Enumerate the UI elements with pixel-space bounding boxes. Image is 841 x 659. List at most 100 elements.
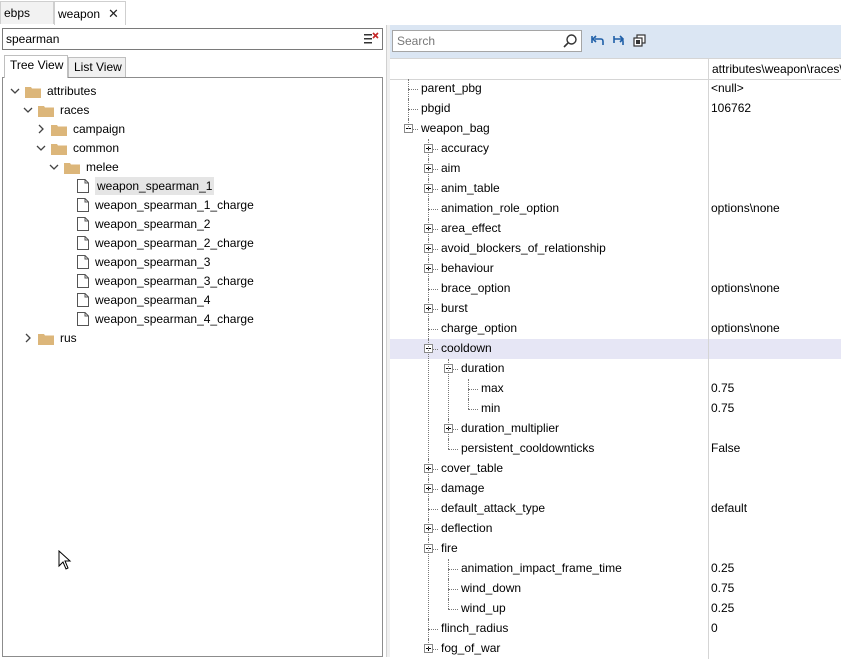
property-row[interactable]: weapon_bag — [390, 119, 841, 139]
tree-folder-node[interactable]: campaign — [35, 120, 125, 138]
tree-folder-node[interactable]: melee — [48, 158, 119, 176]
folder-icon — [51, 123, 67, 136]
property-name: damage — [441, 481, 485, 495]
property-row[interactable]: damage — [390, 479, 841, 499]
property-value[interactable]: 0.75 — [711, 401, 734, 415]
property-name: max — [481, 381, 504, 395]
tree-folder-node[interactable]: races — [22, 101, 89, 119]
tree-node-label: campaign — [73, 122, 126, 136]
tree-file-node[interactable]: weapon_spearman_1_charge — [61, 196, 254, 214]
property-row[interactable]: wind_down 0.75 — [390, 579, 841, 599]
navigate-back-icon[interactable] — [589, 33, 605, 49]
property-row[interactable]: wind_up 0.25 — [390, 599, 841, 619]
tree-file-node[interactable]: weapon_spearman_4_charge — [61, 310, 254, 328]
tree-connector — [448, 609, 458, 610]
property-row[interactable]: max 0.75 — [390, 379, 841, 399]
search-box[interactable] — [392, 30, 582, 52]
property-value[interactable]: <null> — [711, 81, 744, 95]
property-row[interactable]: duration — [390, 359, 841, 379]
property-row[interactable]: duration_multiplier — [390, 419, 841, 439]
property-row[interactable]: cover_table — [390, 459, 841, 479]
column-header: attributes\weapon\races\ — [390, 58, 841, 80]
property-row[interactable]: avoid_blockers_of_relationship — [390, 239, 841, 259]
tab-weapon[interactable]: weapon ✕ — [54, 1, 126, 26]
tree-node-label: weapon_spearman_4_charge — [95, 312, 254, 326]
name-column-header[interactable] — [390, 59, 709, 79]
property-row[interactable]: burst — [390, 299, 841, 319]
tree-connector — [468, 389, 478, 390]
property-value[interactable]: 0 — [711, 621, 718, 635]
tab-list-view[interactable]: List View — [68, 57, 126, 77]
tree-file-node[interactable]: weapon_spearman_3 — [61, 253, 210, 271]
column-divider — [708, 79, 709, 659]
chevron-right-icon[interactable] — [22, 329, 34, 347]
property-row[interactable]: accuracy — [390, 139, 841, 159]
tree-node-label: weapon_spearman_2 — [95, 217, 211, 231]
chevron-down-icon[interactable] — [22, 101, 34, 119]
right-pane: attributes\weapon\races\ parent_pbg <null… — [390, 25, 841, 659]
property-name: fog_of_war — [441, 641, 501, 655]
tree-folder-node[interactable]: common — [35, 139, 119, 157]
property-name: cooldown — [441, 341, 492, 355]
property-row[interactable]: animation_role_option options\none — [390, 199, 841, 219]
tree-folder-node[interactable]: attributes — [9, 82, 96, 100]
document-tab-bar: ebps weapon ✕ — [0, 0, 841, 26]
tree-file-node[interactable]: weapon_spearman_2 — [61, 215, 210, 233]
property-row[interactable]: area_effect — [390, 219, 841, 239]
property-name: burst — [441, 301, 468, 315]
close-icon[interactable]: ✕ — [108, 7, 119, 20]
property-value[interactable]: 0.25 — [711, 561, 734, 575]
property-row[interactable]: charge_option options\none — [390, 319, 841, 339]
property-row[interactable]: animation_impact_frame_time 0.25 — [390, 559, 841, 579]
property-value[interactable]: options\none — [711, 281, 780, 295]
property-row[interactable]: fire — [390, 539, 841, 559]
property-row[interactable]: behaviour — [390, 259, 841, 279]
chevron-down-icon[interactable] — [9, 82, 21, 100]
tree-folder-node[interactable]: rus — [22, 329, 77, 347]
search-icon[interactable] — [562, 33, 578, 49]
tree-file-node[interactable]: weapon_spearman_4 — [61, 291, 210, 309]
property-row[interactable]: deflection — [390, 519, 841, 539]
tree-node-label: races — [60, 103, 90, 117]
chevron-down-icon[interactable] — [48, 158, 60, 176]
property-row[interactable]: fog_of_war — [390, 639, 841, 659]
folder-icon — [38, 332, 54, 345]
property-row[interactable]: parent_pbg <null> — [390, 79, 841, 99]
property-value[interactable]: 0.75 — [711, 581, 734, 595]
property-row[interactable]: aim — [390, 159, 841, 179]
property-row[interactable]: default_attack_type default — [390, 499, 841, 519]
tree-connector — [468, 409, 478, 410]
property-name: cover_table — [441, 461, 504, 475]
tree-connector — [428, 289, 438, 290]
property-value[interactable]: default — [711, 501, 747, 515]
value-column-header[interactable]: attributes\weapon\races\ — [712, 62, 841, 76]
search-input[interactable] — [397, 34, 557, 48]
tree-file-node[interactable]: weapon_spearman_1 — [61, 177, 215, 195]
property-row[interactable]: persistent_cooldownticks False — [390, 439, 841, 459]
property-value[interactable]: options\none — [711, 321, 780, 335]
property-row[interactable]: brace_option options\none — [390, 279, 841, 299]
property-value[interactable]: 0.75 — [711, 381, 734, 395]
property-row[interactable]: pbgid 106762 — [390, 99, 841, 119]
property-row[interactable]: anim_table — [390, 179, 841, 199]
property-toolbar — [390, 25, 841, 58]
tree-guide-line — [428, 539, 429, 629]
tree-file-node[interactable]: weapon_spearman_2_charge — [61, 234, 254, 252]
property-row[interactable]: cooldown — [390, 339, 841, 359]
chevron-down-icon[interactable] — [35, 139, 47, 157]
property-value[interactable]: False — [711, 441, 740, 455]
clear-filter-icon[interactable] — [363, 31, 379, 47]
tab-tree-view[interactable]: Tree View — [4, 55, 68, 78]
navigate-forward-icon[interactable] — [611, 33, 627, 49]
copy-icon[interactable] — [632, 33, 648, 49]
filter-input[interactable]: spearman — [2, 28, 383, 50]
chevron-right-icon[interactable] — [35, 120, 47, 138]
property-value[interactable]: options\none — [711, 201, 780, 215]
property-row[interactable]: min 0.75 — [390, 399, 841, 419]
property-grid: attributes\weapon\races\ parent_pbg <null… — [390, 58, 841, 659]
property-row[interactable]: flinch_radius 0 — [390, 619, 841, 639]
property-value[interactable]: 106762 — [711, 101, 751, 115]
tab-ebps[interactable]: ebps — [0, 1, 54, 24]
property-value[interactable]: 0.25 — [711, 601, 734, 615]
tree-file-node[interactable]: weapon_spearman_3_charge — [61, 272, 254, 290]
